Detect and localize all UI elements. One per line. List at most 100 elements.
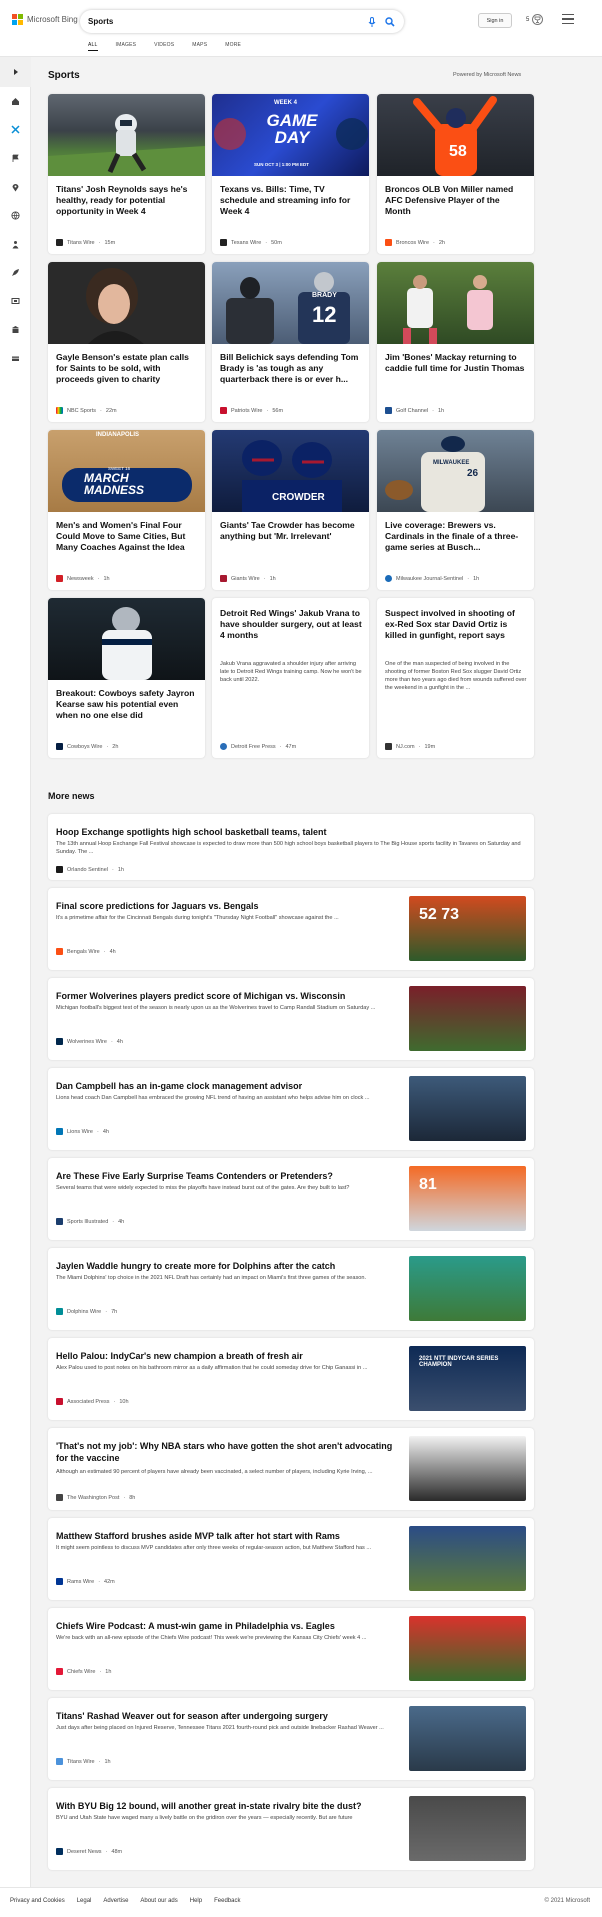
source-logo-icon	[56, 1128, 63, 1135]
news-title[interactable]: 'That's not my job': Why NBA stars who h…	[56, 1440, 401, 1464]
source-logo-icon	[56, 407, 63, 414]
news-card[interactable]: Breakout: Cowboys safety Jayron Kearse s…	[48, 598, 205, 758]
news-row[interactable]: Matthew Stafford brushes aside MVP talk …	[48, 1518, 534, 1600]
news-thumbnail[interactable]	[409, 1706, 526, 1771]
tab-all[interactable]: ALL	[88, 42, 98, 51]
news-title[interactable]: Hello Palou: IndyCar's new champion a br…	[56, 1350, 401, 1362]
bing-logo[interactable]: Microsoft Bing	[12, 14, 78, 25]
sports-icon[interactable]	[8, 122, 23, 137]
source-logo-icon	[220, 407, 227, 414]
news-card[interactable]: Detroit Red Wings' Jakub Vrana to have s…	[212, 598, 369, 758]
news-thumbnail[interactable]	[409, 1796, 526, 1861]
location-icon[interactable]	[8, 180, 23, 195]
rewards-button[interactable]: 5	[526, 14, 544, 25]
news-row[interactable]: Hoop Exchange spotlights high school bas…	[48, 814, 534, 880]
globe-icon[interactable]	[8, 208, 23, 223]
news-row[interactable]: Are These Five Early Surprise Teams Cont…	[48, 1158, 534, 1240]
card-title[interactable]: Titans' Josh Reynolds says he's healthy,…	[56, 184, 198, 217]
microphone-icon[interactable]	[366, 16, 378, 28]
source-time: 1h	[473, 575, 480, 582]
card-title[interactable]: Gayle Benson's estate plan calls for Sai…	[56, 352, 198, 385]
sign-in-button[interactable]: Sign in	[478, 13, 512, 28]
news-row[interactable]: Final score predictions for Jaguars vs. …	[48, 888, 534, 970]
news-row[interactable]: Jaylen Waddle hungry to create more for …	[48, 1248, 534, 1330]
news-row[interactable]: Hello Palou: IndyCar's new champion a br…	[48, 1338, 534, 1420]
news-card[interactable]: WEEK 4 GAME DAY SUN OCT 3 | 1:00 PM EDT T…	[212, 94, 369, 254]
footer-link-legal[interactable]: Legal	[77, 1898, 92, 1904]
home-icon[interactable]	[8, 94, 23, 109]
tab-videos[interactable]: VIDEOS	[154, 42, 174, 51]
card-title[interactable]: Men's and Women's Final Four Could Move …	[56, 520, 198, 553]
news-title[interactable]: Hoop Exchange spotlights high school bas…	[56, 826, 526, 838]
news-thumbnail[interactable]: 52 73	[409, 896, 526, 961]
card-title[interactable]: Giants' Tae Crowder has become anything …	[220, 520, 362, 542]
news-title[interactable]: Dan Campbell has an in-game clock manage…	[56, 1080, 401, 1092]
news-thumbnail[interactable]: 2021 NTT INDYCAR SERIES CHAMPION	[409, 1346, 526, 1411]
card-title[interactable]: Texans vs. Bills: Time, TV schedule and …	[220, 184, 362, 217]
search-box[interactable]	[80, 10, 404, 33]
footer-link-feedback[interactable]: Feedback	[214, 1898, 240, 1904]
news-thumbnail[interactable]	[409, 1526, 526, 1591]
news-card[interactable]: BRADY 12 Bill Belichick says defending T…	[212, 262, 369, 422]
news-card[interactable]: Suspect involved in shooting of ex-Red S…	[377, 598, 534, 758]
news-card[interactable]: Jim 'Bones' Mackay returning to caddie f…	[377, 262, 534, 422]
building-icon[interactable]	[8, 322, 23, 337]
menu-icon[interactable]	[562, 14, 574, 24]
news-card[interactable]: MILWAUKEE 26 Live coverage: Brewers vs. …	[377, 430, 534, 590]
news-card[interactable]: 58 Broncos OLB Von Miller named AFC Defe…	[377, 94, 534, 254]
card-title[interactable]: Breakout: Cowboys safety Jayron Kearse s…	[56, 688, 198, 721]
chevron-right-icon[interactable]	[8, 64, 23, 79]
card-title[interactable]: Detroit Red Wings' Jakub Vrana to have s…	[220, 608, 362, 641]
news-description: The 13th annual Hoop Exchange Fall Festi…	[56, 841, 521, 855]
news-title[interactable]: With BYU Big 12 bound, will another grea…	[56, 1800, 401, 1812]
flag-icon[interactable]	[8, 151, 23, 166]
news-title[interactable]: Titans' Rashad Weaver out for season aft…	[56, 1710, 401, 1722]
news-row[interactable]: Dan Campbell has an in-game clock manage…	[48, 1068, 534, 1150]
news-thumbnail[interactable]	[409, 986, 526, 1051]
news-thumbnail[interactable]	[409, 1076, 526, 1141]
footer-link-help[interactable]: Help	[190, 1898, 202, 1904]
news-title[interactable]: Matthew Stafford brushes aside MVP talk …	[56, 1530, 401, 1542]
search-input[interactable]	[88, 17, 366, 26]
news-thumbnail[interactable]	[409, 1616, 526, 1681]
news-description: It might seem pointless to discuss MVP c…	[56, 1545, 372, 1551]
news-card[interactable]: CROWDER Giants' Tae Crowder has become a…	[212, 430, 369, 590]
card-title[interactable]: Broncos OLB Von Miller named AFC Defensi…	[385, 184, 527, 217]
news-title[interactable]: Chiefs Wire Podcast: A must-win game in …	[56, 1620, 401, 1632]
tab-images[interactable]: IMAGES	[116, 42, 137, 51]
news-title[interactable]: Jaylen Waddle hungry to create more for …	[56, 1260, 401, 1272]
img-jersey-num: 12	[312, 302, 337, 327]
card-source: Titans Wire · 15m	[56, 239, 115, 246]
card-title[interactable]: Suspect involved in shooting of ex-Red S…	[385, 608, 527, 641]
search-icon[interactable]	[384, 16, 396, 28]
news-thumbnail[interactable]	[409, 1436, 526, 1501]
news-card[interactable]: Gayle Benson's estate plan calls for Sai…	[48, 262, 205, 422]
person-icon[interactable]	[8, 237, 23, 252]
card-title[interactable]: Live coverage: Brewers vs. Cardinals in …	[385, 520, 527, 553]
tab-more[interactable]: MORE	[225, 42, 241, 51]
wallet-icon[interactable]	[8, 351, 23, 366]
news-thumbnail[interactable]	[409, 1256, 526, 1321]
news-title[interactable]: Final score predictions for Jaguars vs. …	[56, 900, 401, 912]
source-logo-icon	[385, 407, 392, 414]
search-tabs: ALL IMAGES VIDEOS MAPS MORE	[88, 42, 241, 51]
news-title[interactable]: Former Wolverines players predict score …	[56, 990, 401, 1002]
tab-maps[interactable]: MAPS	[192, 42, 207, 51]
footer-link-advertise[interactable]: Advertise	[103, 1898, 128, 1904]
news-title[interactable]: Are These Five Early Surprise Teams Cont…	[56, 1170, 401, 1182]
card-title[interactable]: Jim 'Bones' Mackay returning to caddie f…	[385, 352, 527, 374]
footer-link-privacy[interactable]: Privacy and Cookies	[10, 1898, 65, 1904]
news-row[interactable]: Former Wolverines players predict score …	[48, 978, 534, 1060]
news-row[interactable]: With BYU Big 12 bound, will another grea…	[48, 1788, 534, 1870]
news-thumbnail[interactable]: 81	[409, 1166, 526, 1231]
card-title[interactable]: Bill Belichick says defending Tom Brady …	[220, 352, 362, 385]
news-card[interactable]: Titans' Josh Reynolds says he's healthy,…	[48, 94, 205, 254]
footer-link-about-ads[interactable]: About our ads	[140, 1898, 177, 1904]
news-row[interactable]: Chiefs Wire Podcast: A must-win game in …	[48, 1608, 534, 1690]
rocket-icon[interactable]	[8, 265, 23, 280]
powered-by[interactable]: Powered by Microsoft News	[453, 72, 521, 78]
news-row[interactable]: Titans' Rashad Weaver out for season aft…	[48, 1698, 534, 1780]
news-row[interactable]: 'That's not my job': Why NBA stars who h…	[48, 1428, 534, 1510]
tv-icon[interactable]	[8, 294, 23, 309]
news-card[interactable]: INDIANAPOLIS SWEET 16 MARCH MADNESS Men's…	[48, 430, 205, 590]
